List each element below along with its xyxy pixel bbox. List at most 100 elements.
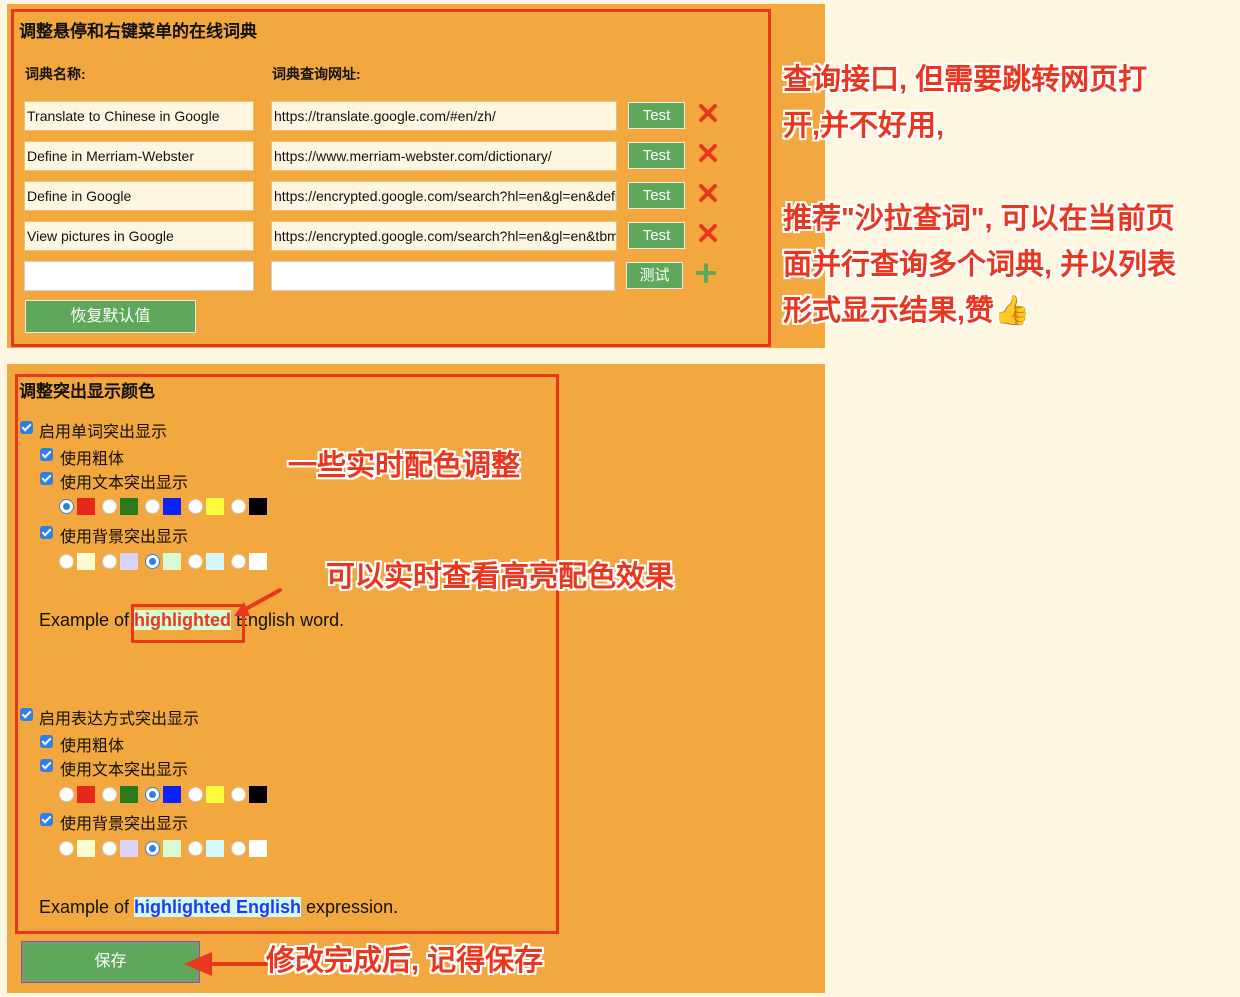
enable-word-highlight-checkbox[interactable] <box>20 421 33 434</box>
color-swatch[interactable] <box>249 840 267 857</box>
color-swatch[interactable] <box>249 786 267 803</box>
example-suffix: expression. <box>301 897 399 917</box>
dictionary-url-header: 词典查询网址: <box>272 66 361 82</box>
word-bold-label: 使用粗体 <box>60 451 125 468</box>
color-radio[interactable] <box>188 554 203 569</box>
word-highlight-example: Example of highlighted English word. <box>39 610 344 631</box>
recommend-annotation-line1: 推荐"沙拉查词", 可以在当前页 <box>783 203 1175 235</box>
dictionary-name-input[interactable]: View pictures in Google <box>24 221 254 251</box>
dictionary-url-input[interactable]: https://www.merriam-webster.com/dictiona… <box>271 141 617 171</box>
word-bg-highlight-checkbox[interactable] <box>40 526 53 539</box>
test-dictionary-button[interactable]: Test <box>628 102 685 129</box>
color-swatch[interactable] <box>77 786 95 803</box>
dictionary-name-header: 词典名称: <box>25 66 86 82</box>
lookup-annotation-line2: 开,并不好用, <box>783 110 945 142</box>
color-radio[interactable] <box>102 554 117 569</box>
color-swatch[interactable] <box>77 498 95 515</box>
save-button[interactable]: 保存 <box>22 942 199 982</box>
dictionary-settings-panel: 调整悬停和右键菜单的在线词典 词典名称: 词典查询网址: Translate t… <box>7 4 825 348</box>
recommend-annotation-line2: 面并行查询多个词典, 并以列表 <box>783 249 1177 281</box>
color-swatch[interactable] <box>163 553 181 570</box>
recommend-annotation-line3: 形式显示结果,赞👍 <box>783 295 1031 327</box>
highlight-section-title: 调整突出显示颜色 <box>19 382 155 401</box>
expression-text-highlight-label: 使用文本突出显示 <box>60 762 189 779</box>
color-radio[interactable] <box>231 787 246 802</box>
color-swatch[interactable] <box>120 498 138 515</box>
arrow-left-icon <box>184 952 268 976</box>
expression-bold-label: 使用粗体 <box>60 738 125 755</box>
color-swatch[interactable] <box>163 840 181 857</box>
enable-expression-highlight-checkbox[interactable] <box>20 708 33 721</box>
color-radio[interactable] <box>231 554 246 569</box>
dictionary-url-input[interactable]: https://encrypted.google.com/search?hl=e… <box>271 221 617 251</box>
dictionary-name-input[interactable]: Define in Merriam-Webster <box>24 141 254 171</box>
save-reminder-annotation: 修改完成后, 记得保存 <box>266 945 544 977</box>
new-dictionary-url-input[interactable] <box>271 261 615 291</box>
color-radio[interactable] <box>188 787 203 802</box>
color-swatch[interactable] <box>77 553 95 570</box>
dictionary-name-input[interactable]: Translate to Chinese in Google <box>24 101 254 131</box>
highlighted-word-sample: highlighted <box>134 610 232 630</box>
delete-x-icon[interactable] <box>698 183 718 203</box>
highlighted-expression-sample: highlighted English <box>134 897 302 917</box>
color-swatch[interactable] <box>249 498 267 515</box>
expression-bg-highlight-label: 使用背景突出显示 <box>60 816 189 833</box>
color-swatch[interactable] <box>120 840 138 857</box>
lookup-annotation-line1: 查询接口, 但需要跳转网页打 <box>783 64 1148 96</box>
new-dictionary-name-input[interactable] <box>24 261 254 291</box>
color-swatch[interactable] <box>120 553 138 570</box>
color-radio[interactable] <box>188 841 203 856</box>
word-bold-checkbox[interactable] <box>40 448 53 461</box>
color-swatch[interactable] <box>206 840 224 857</box>
word-text-highlight-label: 使用文本突出显示 <box>60 475 189 492</box>
color-radio[interactable] <box>59 787 74 802</box>
color-radio[interactable] <box>102 787 117 802</box>
color-radio[interactable] <box>231 841 246 856</box>
color-swatch[interactable] <box>206 553 224 570</box>
enable-expression-highlight-label: 启用表达方式突出显示 <box>39 711 200 728</box>
expression-text-highlight-checkbox[interactable] <box>40 759 53 772</box>
color-radio[interactable] <box>102 841 117 856</box>
dictionary-url-input[interactable]: https://translate.google.com/#en/zh/ <box>271 101 617 131</box>
color-radio[interactable] <box>102 499 117 514</box>
delete-x-icon[interactable] <box>698 223 718 243</box>
example-prefix: Example of <box>39 897 135 917</box>
test-dictionary-button[interactable]: Test <box>628 222 685 249</box>
restore-defaults-button[interactable]: 恢复默认值 <box>25 300 196 333</box>
color-swatch[interactable] <box>206 786 224 803</box>
arrow-left-icon <box>234 588 282 616</box>
color-radio[interactable] <box>59 841 74 856</box>
test-dictionary-button[interactable]: Test <box>628 182 685 209</box>
delete-x-icon[interactable] <box>698 143 718 163</box>
expression-bg-highlight-checkbox[interactable] <box>40 813 53 826</box>
delete-x-icon[interactable] <box>698 103 718 123</box>
enable-word-highlight-label: 启用单词突出显示 <box>39 424 168 441</box>
dictionary-name-input[interactable]: Define in Google <box>24 181 254 211</box>
test-new-dictionary-button[interactable]: 测试 <box>626 262 683 289</box>
realtime-preview-annotation: 可以实时查看高亮配色效果 <box>326 561 675 593</box>
color-swatch[interactable] <box>77 840 95 857</box>
color-swatch[interactable] <box>163 786 181 803</box>
color-radio[interactable] <box>145 787 160 802</box>
color-swatch[interactable] <box>206 498 224 515</box>
color-radio[interactable] <box>188 499 203 514</box>
color-radio[interactable] <box>59 499 74 514</box>
dictionary-url-input[interactable]: https://encrypted.google.com/search?hl=e… <box>271 181 617 211</box>
color-radio[interactable] <box>145 841 160 856</box>
color-radio[interactable] <box>59 554 74 569</box>
color-swatch[interactable] <box>120 786 138 803</box>
example-prefix: Example of <box>39 610 135 630</box>
color-swatch[interactable] <box>249 553 267 570</box>
add-plus-icon[interactable] <box>696 263 716 283</box>
expression-bold-checkbox[interactable] <box>40 735 53 748</box>
dictionary-section-title: 调整悬停和右键菜单的在线词典 <box>19 22 257 41</box>
color-radio[interactable] <box>145 554 160 569</box>
word-bg-highlight-label: 使用背景突出显示 <box>60 529 189 546</box>
color-radio[interactable] <box>145 499 160 514</box>
color-radio[interactable] <box>231 499 246 514</box>
test-dictionary-button[interactable]: Test <box>628 142 685 169</box>
expression-highlight-example: Example of highlighted English expressio… <box>39 897 398 918</box>
word-text-highlight-checkbox[interactable] <box>40 472 53 485</box>
realtime-colors-annotation: 一些实时配色调整 <box>288 450 521 482</box>
color-swatch[interactable] <box>163 498 181 515</box>
